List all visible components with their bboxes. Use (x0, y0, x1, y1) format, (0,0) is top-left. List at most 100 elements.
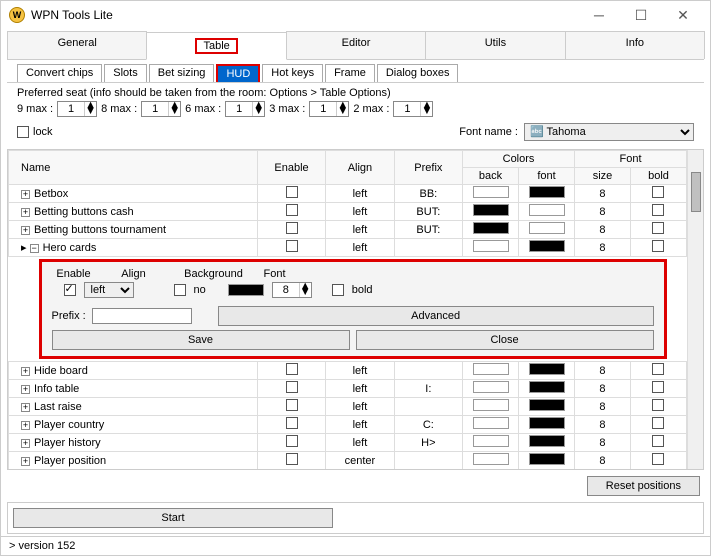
back-swatch[interactable] (473, 381, 509, 393)
font-swatch[interactable] (529, 399, 565, 411)
row-enable-checkbox[interactable] (286, 417, 298, 429)
subtab-hud[interactable]: HUD (216, 64, 260, 82)
advanced-button[interactable]: Advanced (218, 306, 654, 326)
save-button[interactable]: Save (52, 330, 350, 350)
reset-positions-button[interactable]: Reset positions (587, 476, 700, 496)
table-row[interactable]: +Hide board left 8 (9, 362, 687, 380)
font-swatch[interactable] (529, 240, 565, 252)
seat-spinner[interactable]: ▲▼ (57, 101, 97, 117)
expand-icon[interactable]: + (21, 457, 30, 466)
expand-icon[interactable]: + (21, 439, 30, 448)
lock-checkbox[interactable] (17, 126, 29, 138)
row-bold-checkbox[interactable] (652, 381, 664, 393)
row-bold-checkbox[interactable] (652, 204, 664, 216)
row-bold-checkbox[interactable] (652, 453, 664, 465)
seat-spinner[interactable]: ▲▼ (309, 101, 349, 117)
edit-prefix-input[interactable] (92, 308, 192, 324)
row-enable-checkbox[interactable] (286, 363, 298, 375)
row-enable-checkbox[interactable] (286, 453, 298, 465)
back-swatch[interactable] (473, 435, 509, 447)
close-button[interactable]: ✕ (668, 7, 698, 24)
table-row[interactable]: +Betting buttons tournament leftBUT: 8 (9, 221, 687, 239)
seat-spinner[interactable]: ▲▼ (225, 101, 265, 117)
font-swatch[interactable] (529, 435, 565, 447)
main-tabs: General Table Editor Utils Info (7, 31, 704, 60)
font-swatch[interactable] (529, 222, 565, 234)
fontname-select[interactable]: 🔤 Tahoma (524, 123, 694, 141)
sub-tabs: Convert chips Slots Bet sizing HUD Hot k… (7, 60, 704, 83)
back-swatch[interactable] (473, 240, 509, 252)
row-bold-checkbox[interactable] (652, 399, 664, 411)
font-swatch[interactable] (529, 204, 565, 216)
edit-panel: Enable Align Background Font left no (39, 259, 667, 359)
subtab-hot-keys[interactable]: Hot keys (262, 64, 323, 82)
font-swatch[interactable] (529, 417, 565, 429)
row-bold-checkbox[interactable] (652, 240, 664, 252)
row-bold-checkbox[interactable] (652, 363, 664, 375)
font-swatch[interactable] (529, 363, 565, 375)
table-row[interactable]: +Info table leftI: 8 (9, 380, 687, 398)
expand-icon[interactable]: − (30, 244, 39, 253)
table-row[interactable]: +Player history leftH> 8 (9, 434, 687, 452)
close-edit-button[interactable]: Close (356, 330, 654, 350)
subtab-slots[interactable]: Slots (104, 64, 146, 82)
edit-size-spinner[interactable]: ▲▼ (272, 282, 312, 298)
table-row[interactable]: +Last raise left 8 (9, 398, 687, 416)
subtab-convert-chips[interactable]: Convert chips (17, 64, 102, 82)
tab-general[interactable]: General (7, 31, 147, 59)
row-enable-checkbox[interactable] (286, 381, 298, 393)
edit-bold-checkbox[interactable] (332, 284, 344, 296)
edit-align-select[interactable]: left (84, 282, 134, 298)
row-enable-checkbox[interactable] (286, 240, 298, 252)
row-bold-checkbox[interactable] (652, 222, 664, 234)
vertical-scrollbar[interactable] (687, 150, 703, 469)
font-swatch[interactable] (529, 453, 565, 465)
edit-enable-checkbox[interactable] (64, 284, 76, 296)
back-swatch[interactable] (473, 186, 509, 198)
table-row[interactable]: +Betting buttons cash leftBUT: 8 (9, 203, 687, 221)
back-swatch[interactable] (473, 204, 509, 216)
font-swatch[interactable] (529, 381, 565, 393)
col-fontc: font (519, 168, 575, 185)
expand-icon[interactable]: + (21, 226, 30, 235)
expand-icon[interactable]: + (21, 208, 30, 217)
back-swatch[interactable] (473, 417, 509, 429)
maximize-button[interactable]: ☐ (626, 7, 656, 24)
minimize-button[interactable]: ─ (584, 7, 614, 24)
table-row[interactable]: ▸ −Hero cards left 8 (9, 239, 687, 257)
subtab-frame[interactable]: Frame (325, 64, 375, 82)
seat-spinner[interactable]: ▲▼ (393, 101, 433, 117)
font-swatch[interactable] (529, 186, 565, 198)
table-row[interactable]: +Betbox leftBB: 8 (9, 185, 687, 203)
row-enable-checkbox[interactable] (286, 204, 298, 216)
seat-spinner[interactable]: ▲▼ (141, 101, 181, 117)
row-enable-checkbox[interactable] (286, 435, 298, 447)
start-button[interactable]: Start (13, 508, 333, 528)
back-swatch[interactable] (473, 222, 509, 234)
row-enable-checkbox[interactable] (286, 222, 298, 234)
tab-info[interactable]: Info (565, 31, 705, 59)
expand-icon[interactable]: + (21, 403, 30, 412)
edit-prefix-label: Prefix : (52, 310, 86, 322)
back-swatch[interactable] (473, 363, 509, 375)
expand-icon[interactable]: + (21, 421, 30, 430)
subtab-dialog-boxes[interactable]: Dialog boxes (377, 64, 459, 82)
row-bold-checkbox[interactable] (652, 435, 664, 447)
edit-font-color[interactable] (228, 284, 264, 296)
edit-bg-checkbox[interactable] (174, 284, 186, 296)
back-swatch[interactable] (473, 453, 509, 465)
expand-icon[interactable]: + (21, 385, 30, 394)
tab-utils[interactable]: Utils (425, 31, 565, 59)
tab-table[interactable]: Table (146, 32, 286, 60)
table-row[interactable]: +Player country leftC: 8 (9, 416, 687, 434)
row-bold-checkbox[interactable] (652, 186, 664, 198)
row-enable-checkbox[interactable] (286, 186, 298, 198)
row-enable-checkbox[interactable] (286, 399, 298, 411)
row-bold-checkbox[interactable] (652, 417, 664, 429)
table-row[interactable]: +Player position center 8 (9, 452, 687, 470)
expand-icon[interactable]: + (21, 367, 30, 376)
back-swatch[interactable] (473, 399, 509, 411)
expand-icon[interactable]: + (21, 190, 30, 199)
subtab-bet-sizing[interactable]: Bet sizing (149, 64, 215, 82)
tab-editor[interactable]: Editor (286, 31, 426, 59)
